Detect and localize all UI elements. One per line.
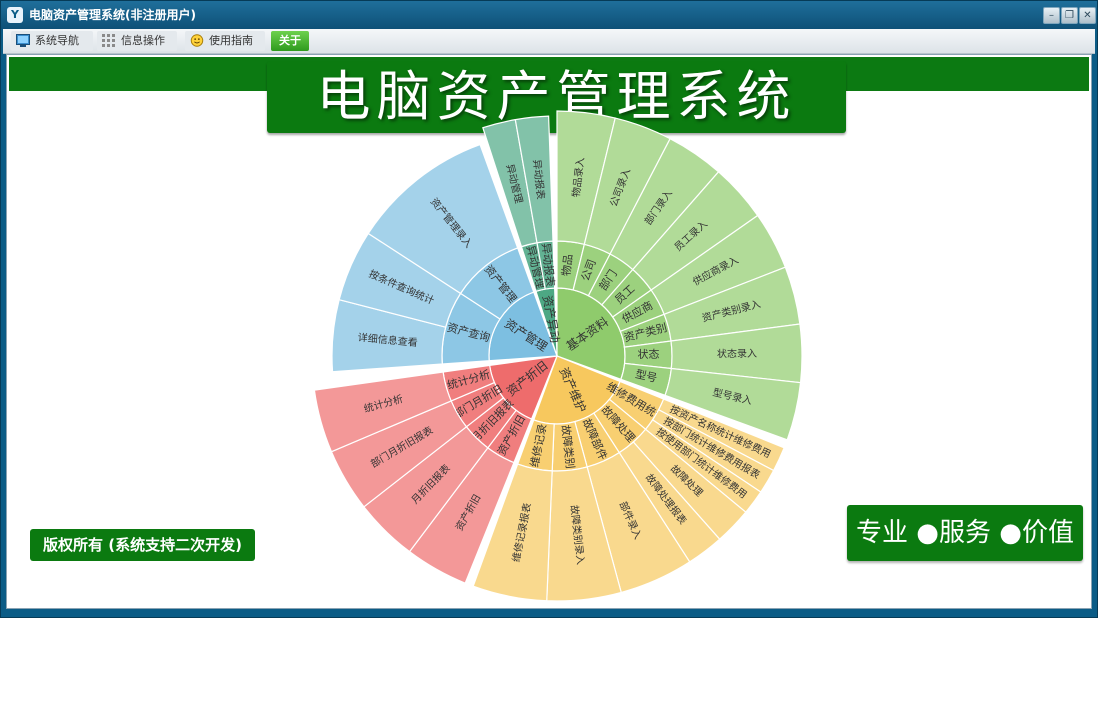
toolbar: 系统导航 信息操作 使用指南 关于 xyxy=(3,29,1095,54)
window-title: 电脑资产管理系统(非注册用户) xyxy=(29,8,196,22)
app-window: Y 电脑资产管理系统(非注册用户) – ❐ ✕ 系统导航 信息操作 使用指南 关… xyxy=(0,0,1098,618)
copyright-notice: 版权所有 (系统支持二次开发) xyxy=(30,529,255,561)
close-button[interactable]: ✕ xyxy=(1079,7,1096,24)
minimize-button[interactable]: – xyxy=(1043,7,1060,24)
grid-icon xyxy=(102,34,115,47)
main-content: 电脑资产管理系统 基本资料 物品 物品录入 公司 公司录入 部门 部门录入 员工 员工录入 供应商… xyxy=(6,54,1092,609)
sunburst-category-label: 状态 xyxy=(637,347,659,361)
system-navigation-label: 系统导航 xyxy=(35,34,79,47)
user-guide-label: 使用指南 xyxy=(209,34,253,47)
sunburst-leaf-label: 状态录入 xyxy=(717,347,757,360)
app-logo-icon: Y xyxy=(7,7,23,23)
info-operation-label: 信息操作 xyxy=(121,34,165,47)
title-bar[interactable]: Y 电脑资产管理系统(非注册用户) – ❐ ✕ xyxy=(1,1,1097,29)
monitor-icon xyxy=(16,34,30,47)
about-label: 关于 xyxy=(279,34,301,47)
about-button[interactable]: 关于 xyxy=(271,31,309,51)
restore-button[interactable]: ❐ xyxy=(1061,7,1078,24)
user-guide-button[interactable]: 使用指南 xyxy=(185,31,265,51)
sunburst-category-label: 物品 xyxy=(559,253,576,277)
info-operation-button[interactable]: 信息操作 xyxy=(97,31,177,51)
slogan-badge: 专业 ●服务 ●价值 xyxy=(847,505,1083,561)
system-navigation-button[interactable]: 系统导航 xyxy=(11,31,93,51)
smiley-icon xyxy=(190,34,204,47)
